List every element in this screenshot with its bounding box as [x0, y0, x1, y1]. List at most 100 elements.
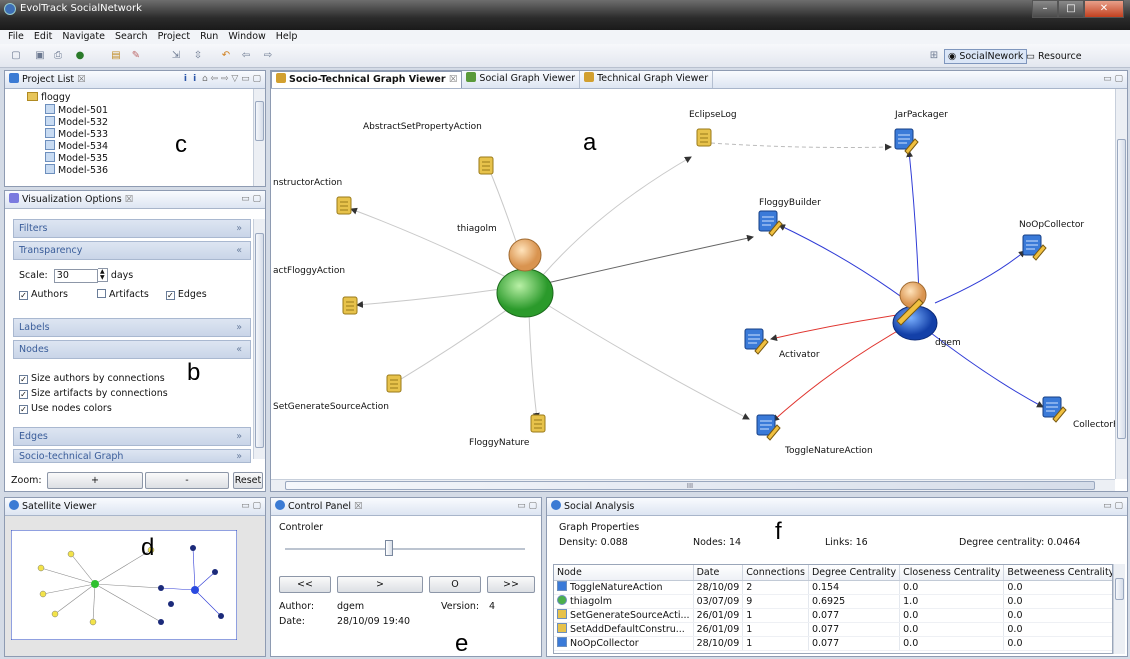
column-degree-centrality[interactable]: Degree Centrality [808, 565, 901, 581]
satellite-minimap[interactable] [11, 530, 237, 640]
tree-item-model-536[interactable]: Model-536 [45, 164, 265, 176]
tree-item-model-501[interactable]: Model-501 [45, 104, 265, 116]
scale-spinner-icon[interactable]: ▲ ▼ [97, 268, 108, 282]
first-version-button[interactable]: << [279, 576, 331, 593]
table-row[interactable]: NoOpCollector 28/10/09 1 0.077 0.0 0.0 [554, 636, 1112, 651]
save-icon[interactable]: ▣ [34, 50, 46, 62]
table-row[interactable]: ToggleNatureAction 28/10/09 2 0.154 0.0 0.0 [554, 580, 1112, 595]
author-dgem-icon[interactable] [892, 281, 938, 341]
version-slider-track[interactable] [285, 548, 525, 550]
section-filters[interactable]: Filters » [13, 219, 251, 238]
graph-vertical-scrollbar[interactable] [1115, 89, 1127, 479]
menu-help[interactable]: Help [276, 30, 298, 44]
edges-checkbox[interactable]: ✓ Edges [165, 289, 207, 300]
size-artifacts-checkbox[interactable]: ✓ Size artifacts by connections [19, 386, 245, 401]
cell-closeness: 0.0 [899, 622, 1005, 637]
menu-search[interactable]: Search [115, 30, 148, 44]
zoom-out-button[interactable]: - [145, 472, 229, 489]
section-labels-label: Labels [19, 322, 50, 333]
section-edges[interactable]: Edges » [13, 427, 251, 446]
tree-item-label: Model-532 [58, 117, 109, 128]
table-row[interactable]: SetAddDefaultConstru... 26/01/09 1 0.077 0.0… [554, 622, 1112, 637]
column-closeness-centrality[interactable]: Closeness Centrality [899, 565, 1005, 581]
wand-icon[interactable]: ✎ [130, 50, 142, 62]
minimize-maximize-icon[interactable]: ▭ ▢ [1103, 498, 1123, 515]
minimize-maximize-icon[interactable]: ▭ ▢ [517, 498, 537, 515]
options-scrollbar[interactable] [253, 219, 265, 459]
tree-item-model-533[interactable]: Model-533 [45, 128, 265, 140]
last-version-button[interactable]: >> [487, 576, 535, 593]
tab-technical[interactable]: Technical Graph Viewer [580, 71, 714, 88]
close-button[interactable]: ✕ [1084, 0, 1124, 18]
menu-file[interactable]: File [8, 30, 24, 44]
table-row[interactable]: thiagolm 03/07/09 9 0.6925 1.0 0.0 [554, 594, 1112, 609]
close-tab-icon[interactable]: ☒ [77, 74, 86, 85]
minimize-button[interactable]: – [1032, 0, 1058, 18]
menu-edit[interactable]: Edit [34, 30, 52, 44]
edited-artifact-icon [557, 637, 567, 647]
table-scrollbar[interactable] [1113, 564, 1125, 654]
run-icon[interactable]: ● [74, 50, 86, 62]
socio-technical-graph[interactable]: AbstractSetPropertyAction nstructorActio… [271, 89, 1115, 479]
tree-item-model-535[interactable]: Model-535 [45, 152, 265, 164]
open-folder-icon[interactable]: ▤ [110, 50, 122, 62]
section-nodes[interactable]: Nodes « [13, 340, 251, 359]
tree-item-label: Model-501 [58, 105, 109, 116]
section-transparency[interactable]: Transparency « [13, 241, 251, 260]
close-tab-icon[interactable]: ☒ [354, 501, 363, 512]
column-connections[interactable]: Connections [742, 565, 809, 581]
project-list-scrollbar[interactable] [253, 89, 265, 186]
next-version-button[interactable]: > [337, 576, 423, 593]
print-icon[interactable]: ⎙ [52, 50, 64, 62]
minimize-maximize-icon[interactable]: ▭ ▢ [241, 191, 261, 208]
collapse-icon: « [236, 344, 242, 355]
graph-hscroll-thumb[interactable]: III [285, 481, 1095, 490]
version-slider-thumb[interactable] [385, 540, 393, 556]
artifacts-checkbox[interactable]: Artifacts [96, 289, 149, 300]
label-togglenatureaction: ToggleNatureAction [784, 446, 873, 456]
forward-icon[interactable]: ⇨ [262, 50, 274, 62]
zoom-in-button[interactable]: + [47, 472, 143, 489]
minimize-maximize-icon[interactable]: ▭ ▢ [1103, 71, 1123, 88]
cell-betweeness: 0.0 [1003, 608, 1112, 623]
perspective-socialnework[interactable]: ◉ SocialNework [944, 49, 1028, 64]
view-menu-icon[interactable]: i i ⌂ ⇦ ⇨ ▽ ▭ ▢ [184, 71, 261, 88]
author-label: Author: [279, 601, 315, 612]
tab-social[interactable]: Social Graph Viewer [462, 71, 581, 88]
tab-socio-technical[interactable]: Socio-Technical Graph Viewer ☒ [271, 71, 463, 88]
scale-input[interactable]: 30 [53, 269, 98, 283]
reset-button[interactable]: Reset [233, 472, 263, 489]
annotation-next-icon[interactable]: ⇳ [192, 50, 204, 62]
back-icon[interactable]: ⇦ [240, 50, 252, 62]
use-colors-checkbox[interactable]: ✓ Use nodes colors [19, 401, 245, 416]
section-socio-technical[interactable]: Socio-technical Graph » [13, 449, 251, 463]
maximize-button[interactable]: □ [1058, 0, 1084, 18]
menu-window[interactable]: Window [228, 30, 265, 44]
column-date[interactable]: Date [693, 565, 744, 581]
table-row[interactable]: SetGenerateSourceActi... 26/01/09 1 0.077 0.… [554, 608, 1112, 623]
history-icon[interactable]: ↶ [220, 50, 232, 62]
column-node[interactable]: Node [554, 565, 694, 581]
version-label: Version: [441, 601, 480, 612]
menu-navigate[interactable]: Navigate [62, 30, 105, 44]
column-betweeness-centrality[interactable]: Betweeness Centrality [1003, 565, 1112, 581]
tree-item-model-532[interactable]: Model-532 [45, 116, 265, 128]
menu-run[interactable]: Run [200, 30, 218, 44]
tree-item-model-534[interactable]: Model-534 [45, 140, 265, 152]
annotation-icon[interactable]: ⇲ [170, 50, 182, 62]
o-button[interactable]: O [429, 576, 481, 593]
size-authors-checkbox[interactable]: ✓ Size authors by connections [19, 371, 245, 386]
minimize-maximize-icon[interactable]: ▭ ▢ [241, 498, 261, 515]
perspective-resource[interactable]: ▭ Resource [1022, 49, 1086, 64]
open-perspective-icon[interactable]: ⊞ [928, 50, 940, 62]
section-labels[interactable]: Labels » [13, 318, 251, 337]
graph-horizontal-scrollbar[interactable]: III [271, 479, 1115, 491]
new-icon[interactable]: ▢ [10, 50, 22, 62]
menu-project[interactable]: Project [158, 30, 191, 44]
author-thiagolm-icon[interactable] [496, 238, 554, 318]
authors-label: Authors [31, 289, 68, 300]
close-tab-icon[interactable]: ☒ [449, 74, 458, 85]
authors-checkbox[interactable]: ✓ Authors [19, 289, 68, 300]
tree-root[interactable]: floggy [27, 92, 265, 104]
close-tab-icon[interactable]: ☒ [125, 194, 134, 205]
